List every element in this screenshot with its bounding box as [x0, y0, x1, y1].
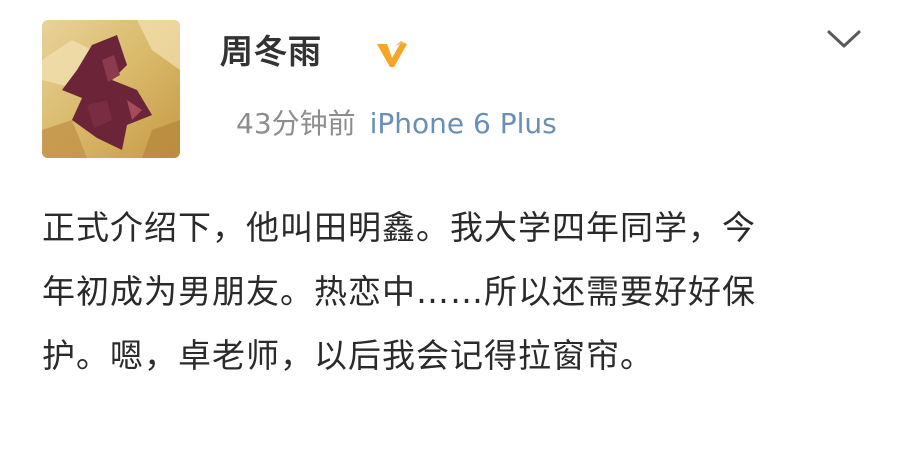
verified-v-icon [377, 41, 407, 67]
post-content-line: 正式介绍下，他叫田明鑫。我大学四年同学，今 [42, 208, 756, 247]
post-content-line: 年初成为男朋友。热恋中……所以还需要好好保 [42, 272, 756, 311]
username[interactable]: 周冬雨 [220, 30, 322, 74]
post-content-line: 护。嗯，卓老师，以后我会记得拉窗帘。 [42, 336, 654, 375]
post-meta: 43分钟前 iPhone 6 Plus [236, 104, 557, 144]
chevron-down-icon[interactable] [825, 24, 863, 54]
avatar[interactable] [42, 20, 180, 158]
weibo-post-card: 周冬雨 43分钟前 iPhone 6 Plus 正式介绍下，他叫田明鑫。我大学四年… [0, 0, 900, 463]
post-timestamp[interactable]: 43分钟前 [236, 107, 356, 140]
post-content: 正式介绍下，他叫田明鑫。我大学四年同学，今 年初成为男朋友。热恋中……所以还需要… [42, 196, 872, 388]
post-source-link[interactable]: iPhone 6 Plus [370, 107, 557, 140]
avatar-image [42, 20, 180, 158]
